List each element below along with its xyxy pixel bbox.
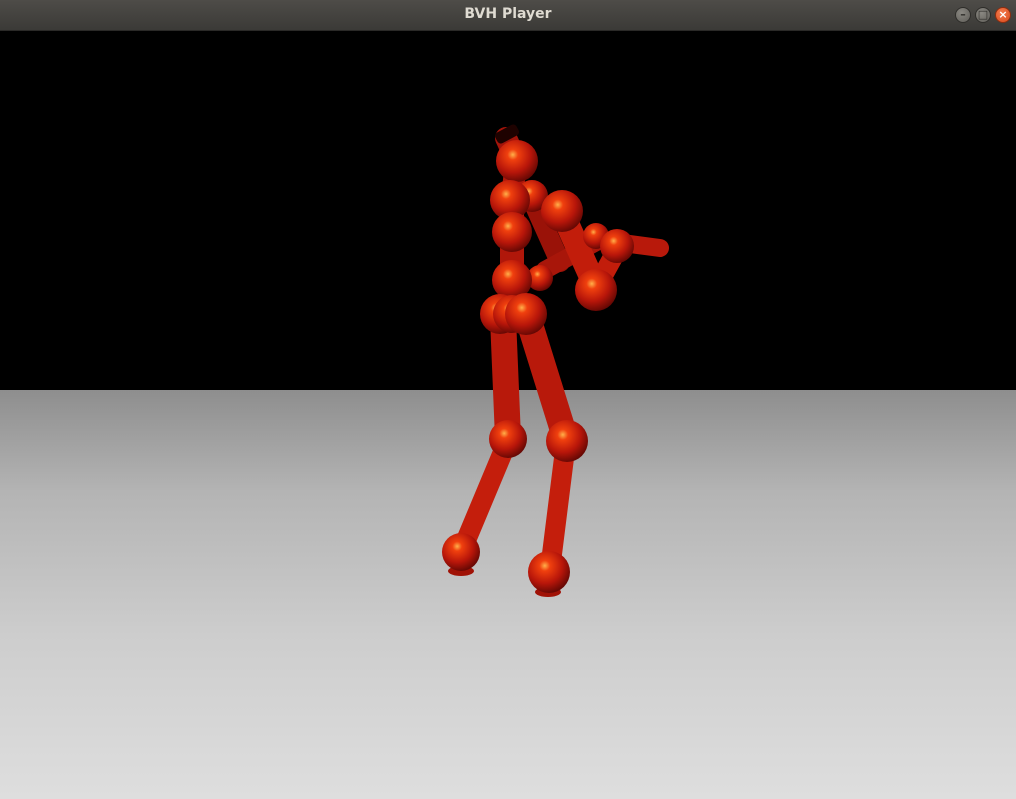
window-controls: – □ × bbox=[955, 7, 1011, 23]
joint-right-hip bbox=[505, 293, 547, 335]
joint-chest bbox=[492, 212, 532, 252]
joint-left-ankle bbox=[442, 533, 480, 571]
joint-front-wrist bbox=[600, 229, 634, 263]
bone-left-thigh bbox=[490, 305, 521, 451]
joint-front-shoulder bbox=[541, 190, 583, 232]
joint-left-knee bbox=[489, 420, 527, 458]
skeleton-figure bbox=[442, 124, 669, 597]
joint-right-knee bbox=[546, 420, 588, 462]
minimize-button[interactable]: – bbox=[955, 7, 971, 23]
joint-head bbox=[496, 140, 538, 182]
bvh-player-window: BVH Player – □ × bbox=[0, 0, 1016, 799]
3d-viewport[interactable] bbox=[0, 31, 1016, 799]
joint-right-ankle bbox=[528, 551, 570, 593]
maximize-button[interactable]: □ bbox=[975, 7, 991, 23]
window-title: BVH Player bbox=[464, 6, 552, 22]
joint-front-elbow bbox=[575, 269, 617, 311]
title-bar[interactable]: BVH Player – □ × bbox=[0, 0, 1016, 31]
close-button[interactable]: × bbox=[995, 7, 1011, 23]
